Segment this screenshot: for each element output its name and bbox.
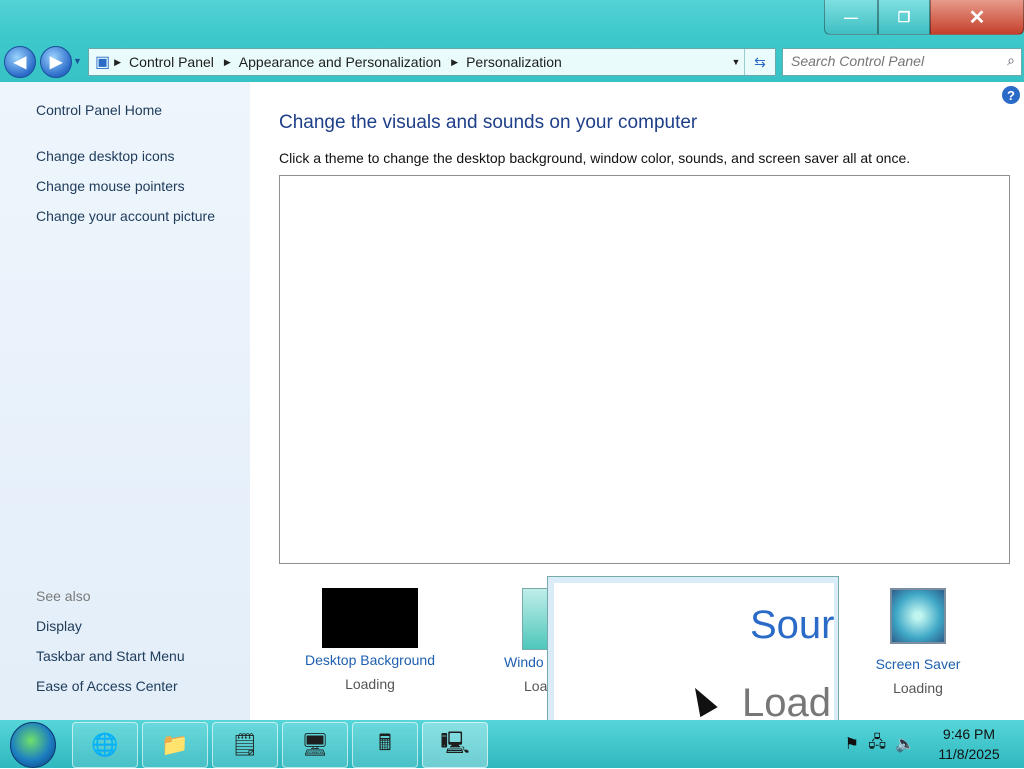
clock-date: 11/8/2025 [938, 746, 1000, 762]
display-link[interactable]: Display [36, 618, 82, 634]
desktop-background-status: Loading [345, 676, 395, 692]
system-tray: ⚑ 🖧 🔈 [840, 724, 920, 764]
title-bar: — ❐ ✕ ◀ ▶ ▼ ▣ ▶ Control Panel ▶ Appearan… [0, 0, 1024, 82]
window-controls: — ❐ ✕ [824, 0, 1024, 35]
forward-button[interactable]: ▶ [40, 46, 72, 78]
taskbar-explorer-icon[interactable]: 📁 [142, 722, 208, 768]
taskbar-start-menu-link[interactable]: Taskbar and Start Menu [36, 648, 185, 664]
control-panel-home-link[interactable]: Control Panel Home [36, 102, 162, 118]
screen-saver-label[interactable]: Screen Saver [868, 656, 968, 672]
page-description: Click a theme to change the desktop back… [279, 150, 911, 166]
screen-saver-item[interactable]: Screen Saver Loading [868, 588, 968, 696]
minimize-button[interactable]: — [824, 0, 878, 35]
change-mouse-pointers-link[interactable]: Change mouse pointers [36, 178, 185, 194]
clock[interactable]: 9:46 PM 11/8/2025 [924, 724, 1014, 764]
taskbar-browser-icon[interactable]: 🌐 [72, 722, 138, 768]
search-input[interactable] [783, 49, 999, 73]
see-also-label: See also [36, 588, 91, 604]
sounds-popup-label: Sour [750, 603, 834, 647]
change-account-picture-link[interactable]: Change your account picture [36, 208, 215, 224]
taskbar-calculator-icon[interactable]: 🖩 [352, 722, 418, 768]
breadcrumb-arrow-icon[interactable]: ▶ [224, 57, 231, 68]
search-box[interactable]: ⌕ [782, 48, 1022, 76]
breadcrumb-control-panel[interactable]: Control Panel [129, 54, 214, 70]
breadcrumb-appearance[interactable]: Appearance and Personalization [239, 54, 441, 70]
help-icon[interactable]: ? [1002, 86, 1020, 104]
recent-pages-dropdown-icon[interactable]: ▼ [73, 56, 82, 66]
desktop-background-thumbnail[interactable] [322, 588, 418, 648]
address-bar[interactable]: ▣ ▶ Control Panel ▶ Appearance and Perso… [88, 48, 776, 76]
maximize-button[interactable]: ❐ [878, 0, 930, 35]
screen-saver-icon[interactable] [890, 588, 946, 644]
taskbar-remote-desktop-icon[interactable]: 🖥 [282, 722, 348, 768]
desktop-background-item[interactable]: Desktop Background Loading [300, 588, 440, 692]
screen-saver-status: Loading [893, 680, 943, 696]
volume-icon[interactable]: 🔈 [895, 734, 915, 754]
refresh-icon[interactable]: ⇆ [744, 49, 775, 75]
address-dropdown-icon[interactable]: ▼ [729, 49, 743, 75]
start-button[interactable] [10, 722, 56, 768]
taskbar: 🌐 📁 🗒 🖥 🖩 🖳 ⚑ 🖧 🔈 9:46 PM 11/8/2025 [0, 720, 1024, 768]
breadcrumb-personalization[interactable]: Personalization [466, 54, 562, 70]
desktop-background-label[interactable]: Desktop Background [300, 652, 440, 668]
search-icon[interactable]: ⌕ [1007, 52, 1015, 69]
control-panel-icon: ▣ [95, 54, 111, 71]
taskbar-sticky-notes-icon[interactable]: 🗒 [212, 722, 278, 768]
breadcrumb-arrow-icon[interactable]: ▶ [451, 57, 458, 68]
sidebar: Control Panel Home Change desktop icons … [0, 82, 250, 720]
clock-time: 9:46 PM [942, 726, 996, 742]
back-button[interactable]: ◀ [4, 46, 36, 78]
change-desktop-icons-link[interactable]: Change desktop icons [36, 148, 175, 164]
taskbar-control-panel-icon[interactable]: 🖳 [422, 722, 488, 768]
ease-of-access-link[interactable]: Ease of Access Center [36, 678, 178, 694]
close-button[interactable]: ✕ [930, 0, 1024, 35]
network-icon[interactable]: 🖧 [868, 731, 886, 758]
navigation-bar: ◀ ▶ ▼ ▣ ▶ Control Panel ▶ Appearance and… [0, 44, 1024, 78]
theme-list[interactable] [279, 175, 1010, 564]
action-center-icon[interactable]: ⚑ [845, 734, 859, 754]
page-title: Change the visuals and sounds on your co… [279, 112, 698, 133]
breadcrumb-arrow-icon[interactable]: ▶ [114, 57, 121, 68]
